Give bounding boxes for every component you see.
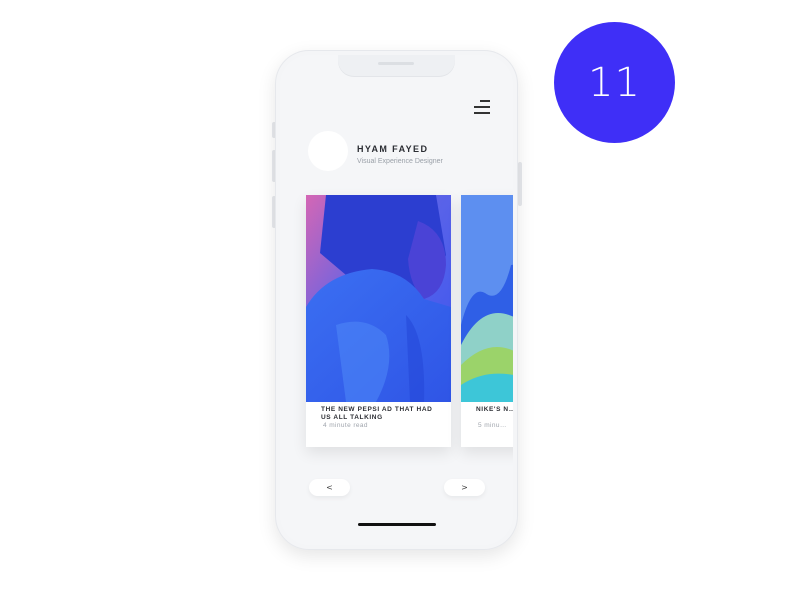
- article-card[interactable]: THE NEW PEPSI AD THAT HAD US ALL TALKING…: [306, 195, 451, 447]
- avatar[interactable]: [308, 131, 348, 171]
- phone-notch: [338, 55, 455, 77]
- article-card[interactable]: NIKE'S N… 10 THING… 5 minu…: [461, 195, 513, 447]
- chevron-right-icon: >: [461, 483, 468, 492]
- phone-power-button: [518, 162, 522, 206]
- badge-number: 11: [588, 59, 641, 106]
- article-card-read-time: 4 minute read: [323, 422, 368, 429]
- home-indicator[interactable]: [358, 523, 436, 526]
- article-card-title: THE NEW PEPSI AD THAT HAD US ALL TALKING: [321, 406, 433, 421]
- article-card-title: NIKE'S N… 10 THING…: [476, 406, 513, 413]
- profile-role: Visual Experience Designer: [357, 158, 443, 165]
- chevron-left-icon: <: [326, 483, 333, 492]
- article-card-photo: [306, 195, 451, 402]
- profile-name: HYAM FAYED: [357, 144, 429, 154]
- phone-screen: HYAM FAYED Visual Experience Designer TH…: [280, 55, 513, 545]
- article-card-photo: [461, 195, 513, 402]
- previous-button[interactable]: <: [309, 479, 350, 496]
- next-button[interactable]: >: [444, 479, 485, 496]
- earpiece-speaker: [378, 62, 414, 65]
- article-card-read-time: 5 minu…: [478, 422, 507, 429]
- episode-number-badge: 11: [554, 22, 675, 143]
- hamburger-menu-icon[interactable]: [472, 100, 490, 114]
